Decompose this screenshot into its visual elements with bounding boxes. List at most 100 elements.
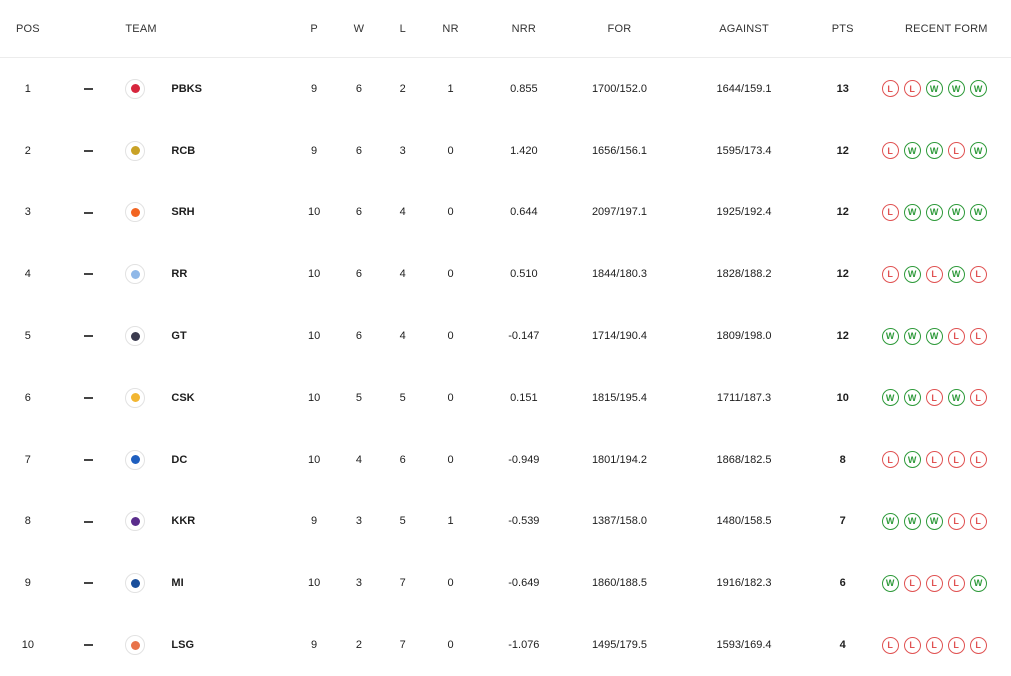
form-badge: L (881, 265, 899, 283)
table-row[interactable]: 4 RR 10 6 4 0 0.510 1844/180.3 1828/188.… (0, 243, 1011, 306)
team-name[interactable]: PBKS (171, 83, 202, 95)
team-name[interactable]: RR (171, 268, 187, 280)
against-value: 1809/198.0 (716, 330, 772, 343)
nrr-value: 0.510 (510, 268, 538, 281)
header-no-result[interactable]: NR (433, 23, 468, 35)
no-result-value: 0 (447, 577, 454, 590)
team-cell[interactable]: SRH (121, 202, 270, 223)
for-value: 1844/180.3 (591, 268, 647, 281)
for-value: 2097/197.1 (591, 206, 647, 219)
header-played[interactable]: P (297, 23, 332, 35)
form-badge: L (947, 512, 965, 530)
table-row[interactable]: 7 DC 10 4 6 0 -0.949 1801/194.2 1868/182… (0, 429, 1011, 491)
form-badge: L (969, 389, 987, 407)
team-name[interactable]: DC (171, 454, 187, 466)
points-value: 10 (836, 391, 849, 404)
row-position: 10 (21, 639, 34, 652)
won-value: 4 (355, 453, 362, 466)
won-value: 6 (355, 82, 362, 95)
team-name[interactable]: GT (171, 330, 186, 342)
row-position: 4 (24, 268, 31, 281)
form-badge: L (969, 265, 987, 283)
nrr-value: -0.147 (508, 330, 540, 343)
form-badge: W (947, 203, 965, 221)
lost-value: 5 (399, 515, 406, 528)
table-row[interactable]: 6 CSK 10 5 5 0 0.151 1815/195.4 1711/187… (0, 366, 1011, 429)
team-name[interactable]: LSG (171, 639, 194, 651)
won-value: 3 (355, 577, 362, 590)
row-position: 2 (24, 144, 31, 157)
header-team[interactable]: TEAM (121, 23, 270, 35)
form-badge: L (947, 574, 965, 592)
against-value: 1644/159.1 (716, 82, 772, 95)
lost-value: 4 (399, 206, 406, 219)
team-name[interactable]: KKR (171, 515, 195, 527)
team-cell[interactable]: DC (121, 449, 270, 470)
form-badge: L (881, 80, 899, 98)
form-badge: L (969, 636, 987, 654)
team-name[interactable]: RCB (171, 145, 195, 157)
header-against[interactable]: AGAINST (699, 23, 789, 35)
row-position: 3 (24, 206, 31, 219)
header-won[interactable]: W (342, 23, 377, 35)
team-cell[interactable]: PBKS (121, 78, 270, 99)
header-points[interactable]: PTS (823, 23, 863, 35)
table-row[interactable]: 3 SRH 10 6 4 0 0.644 2097/197.1 1925/192… (0, 182, 1011, 244)
team-cell[interactable]: CSK (121, 387, 270, 408)
table-row[interactable]: 1 PBKS 9 6 2 1 0.855 1700/152.0 1644/159… (0, 58, 1011, 120)
played-value: 9 (311, 144, 318, 157)
team-logo-mark (130, 455, 140, 465)
form-badge: W (925, 142, 943, 160)
form-badge: L (925, 451, 943, 469)
recent-form: LLLLL (881, 636, 1011, 654)
for-value: 1700/152.0 (591, 82, 647, 95)
team-cell[interactable]: GT (121, 326, 270, 347)
points-value: 12 (836, 206, 849, 219)
form-badge: L (969, 512, 987, 530)
team-logo-icon (125, 635, 146, 656)
team-logo-mark (130, 578, 140, 588)
against-value: 1868/182.5 (716, 453, 772, 466)
position-unchanged-icon (56, 83, 122, 95)
table-row[interactable]: 8 KKR 9 3 5 1 -0.539 1387/158.0 1480/158… (0, 490, 1011, 553)
table-row[interactable]: 2 RCB 9 6 3 0 1.420 1656/156.1 1595/173.… (0, 119, 1011, 182)
points-value: 8 (839, 453, 846, 466)
team-logo-mark (130, 516, 140, 526)
table-row[interactable]: 5 GT 10 6 4 0 -0.147 1714/190.4 1809/198… (0, 305, 1011, 367)
nrr-value: -0.649 (508, 577, 540, 590)
table-row[interactable]: 9 MI 10 3 7 0 -0.649 1860/188.5 1916/182… (0, 552, 1011, 614)
points-value: 12 (836, 330, 849, 343)
played-value: 9 (311, 82, 318, 95)
header-for[interactable]: FOR (575, 23, 665, 35)
team-cell[interactable]: LSG (121, 635, 270, 656)
team-cell[interactable]: MI (121, 573, 270, 594)
for-value: 1714/190.4 (591, 330, 647, 343)
header-nrr[interactable]: NRR (494, 23, 554, 35)
against-value: 1925/192.4 (716, 206, 772, 219)
team-cell[interactable]: RCB (121, 140, 270, 161)
against-value: 1480/158.5 (716, 515, 772, 528)
team-logo-mark (130, 640, 140, 650)
form-badge: W (881, 327, 899, 345)
team-name[interactable]: CSK (171, 392, 194, 404)
points-value: 7 (839, 515, 846, 528)
played-value: 10 (307, 206, 321, 219)
won-value: 3 (355, 515, 362, 528)
table-row[interactable]: 10 LSG 9 2 7 0 -1.076 1495/179.5 1593/16… (0, 614, 1011, 676)
team-cell[interactable]: RR (121, 264, 270, 285)
team-cell[interactable]: KKR (121, 511, 270, 532)
no-result-value: 0 (447, 330, 454, 343)
form-badge: W (969, 203, 987, 221)
team-name[interactable]: SRH (171, 206, 194, 218)
header-recent-form: RECENT FORM (904, 22, 988, 35)
points-value: 6 (839, 577, 846, 590)
team-name[interactable]: MI (171, 577, 183, 589)
for-value: 1801/194.2 (591, 453, 647, 466)
header-lost[interactable]: L (385, 23, 420, 35)
lost-value: 7 (399, 639, 406, 652)
row-position: 1 (24, 82, 31, 95)
recent-form: LWWLW (881, 142, 1011, 160)
header-pos[interactable]: POS (0, 23, 56, 35)
played-value: 10 (307, 577, 321, 590)
team-logo-icon (125, 449, 146, 470)
